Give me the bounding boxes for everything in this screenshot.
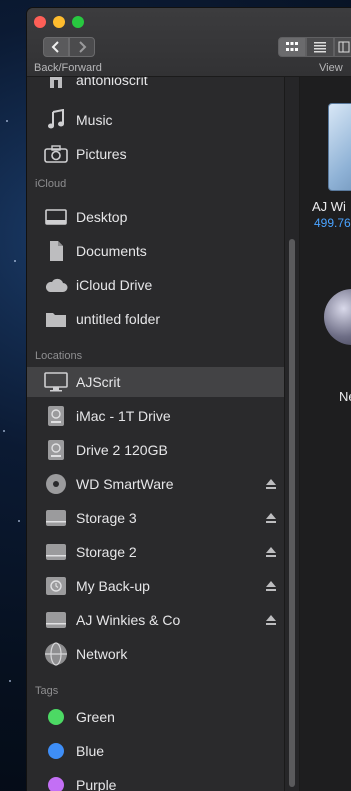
- sidebar-item-storage-2[interactable]: Storage 2: [27, 537, 284, 567]
- eject-icon[interactable]: [265, 478, 277, 490]
- file-name[interactable]: AJ Wi: [312, 199, 346, 214]
- zoom-window-button[interactable]: [72, 16, 84, 28]
- sidebar-item-label: WD SmartWare: [76, 476, 174, 492]
- sidebar-tag-green[interactable]: Green: [27, 702, 284, 732]
- eject-icon[interactable]: [265, 512, 277, 524]
- finder-window: Back/Forward View antonioscrit Music Pic…: [27, 8, 351, 791]
- list-icon: [314, 42, 326, 53]
- sidebar-item-aj-winkies[interactable]: AJ Winkies & Co: [27, 605, 284, 635]
- time-machine-drive-icon: [43, 575, 69, 597]
- sidebar-item-label: Network: [76, 646, 128, 662]
- sidebar-item-drive-2[interactable]: Drive 2 120GB: [27, 435, 284, 465]
- close-window-button[interactable]: [34, 16, 46, 28]
- list-view-button[interactable]: [306, 37, 334, 57]
- sidebar-item-label: Purple: [76, 777, 117, 791]
- eject-icon[interactable]: [265, 580, 277, 592]
- back-forward-control: [43, 37, 96, 57]
- column-view-button[interactable]: [334, 37, 351, 57]
- tag-dot-icon: [43, 706, 69, 728]
- sidebar-item-untitled-folder[interactable]: untitled folder: [27, 304, 284, 334]
- document-icon: [43, 240, 69, 262]
- desktop-folder-icon: [43, 206, 69, 228]
- sidebar-item-label: Documents: [76, 243, 147, 259]
- sidebar-item-storage-3[interactable]: Storage 3: [27, 503, 284, 533]
- tag-dot-icon: [43, 740, 69, 762]
- eject-icon[interactable]: [265, 614, 277, 626]
- external-drive-icon: [43, 541, 69, 563]
- sidebar-item-label: untitled folder: [76, 311, 161, 327]
- network-globe-icon: [43, 642, 69, 666]
- sidebar-item-label: AJScrit: [76, 374, 121, 390]
- file-size: 499.76: [314, 216, 351, 230]
- star: [3, 430, 5, 432]
- eject-icon[interactable]: [265, 546, 277, 558]
- star: [18, 520, 20, 522]
- sidebar-tag-purple[interactable]: Purple: [27, 770, 284, 791]
- grid-icon: [286, 42, 298, 51]
- cloud-icon: [43, 274, 69, 296]
- imac-icon: [43, 371, 69, 393]
- app-icon[interactable]: [328, 103, 351, 191]
- sidebar-item-label: iMac - 1T Drive: [76, 408, 171, 424]
- sidebar-item-label: Green: [76, 709, 115, 725]
- sidebar-item-label: Drive 2 120GB: [76, 442, 168, 458]
- section-title-icloud: iCloud: [35, 178, 67, 190]
- section-title-locations: Locations: [35, 350, 83, 362]
- columns-icon: [338, 41, 350, 53]
- view-caption: View: [319, 62, 343, 74]
- sidebar-item-home[interactable]: antonioscrit: [27, 77, 284, 95]
- icon-view-button[interactable]: [278, 37, 306, 57]
- star: [9, 680, 11, 682]
- folder-icon: [43, 308, 69, 330]
- section-title-tags: Tags: [35, 685, 59, 697]
- sidebar-item-label: Pictures: [76, 146, 127, 162]
- music-icon: [43, 109, 69, 131]
- file-browser-content: AJ Wi 499.76 Ne: [300, 77, 351, 791]
- sidebar: antonioscrit Music Pictures iCloud Deskt…: [27, 77, 285, 791]
- sidebar-item-ajscrit[interactable]: AJScrit: [27, 367, 284, 397]
- scrollbar-thumb[interactable]: [289, 239, 295, 787]
- star: [14, 260, 16, 262]
- home-icon: [43, 77, 69, 91]
- sidebar-item-label: Storage 3: [76, 510, 137, 526]
- external-drive-icon: [43, 507, 69, 529]
- external-drive-icon: [43, 609, 69, 631]
- internal-drive-icon: [43, 439, 69, 461]
- sidebar-item-icloud-drive[interactable]: iCloud Drive: [27, 270, 284, 300]
- minimize-window-button[interactable]: [53, 16, 65, 28]
- disc-icon: [43, 473, 69, 495]
- sidebar-item-label: Blue: [76, 743, 105, 759]
- sidebar-item-label: Desktop: [76, 209, 128, 225]
- network-icon[interactable]: [324, 289, 351, 345]
- chevron-left-icon: [51, 41, 59, 53]
- sidebar-item-pictures[interactable]: Pictures: [27, 139, 284, 169]
- sidebar-item-label: Music: [76, 112, 113, 128]
- sidebar-item-label: antonioscrit: [76, 77, 148, 88]
- file-name[interactable]: Ne: [339, 389, 351, 404]
- sidebar-item-label: AJ Winkies & Co: [76, 612, 181, 628]
- toolbar: Back/Forward View: [27, 8, 351, 77]
- sidebar-item-documents[interactable]: Documents: [27, 236, 284, 266]
- back-forward-caption: Back/Forward: [34, 62, 102, 74]
- forward-button[interactable]: [69, 37, 95, 57]
- view-mode-control: [278, 37, 351, 57]
- internal-drive-icon: [43, 405, 69, 427]
- sidebar-item-network[interactable]: Network: [27, 639, 284, 669]
- sidebar-item-label: iCloud Drive: [76, 277, 153, 293]
- sidebar-scrollbar[interactable]: [285, 77, 300, 791]
- sidebar-item-wd-smartware[interactable]: WD SmartWare: [27, 469, 284, 499]
- sidebar-tag-blue[interactable]: Blue: [27, 736, 284, 766]
- sidebar-item-label: My Back-up: [76, 578, 150, 594]
- tag-dot-icon: [43, 774, 69, 791]
- sidebar-item-desktop[interactable]: Desktop: [27, 202, 284, 232]
- star: [6, 120, 8, 122]
- sidebar-item-imac-1t-drive[interactable]: iMac - 1T Drive: [27, 401, 284, 431]
- sidebar-item-label: Storage 2: [76, 544, 137, 560]
- sidebar-item-my-back-up[interactable]: My Back-up: [27, 571, 284, 601]
- back-button[interactable]: [43, 37, 69, 57]
- sidebar-item-music[interactable]: Music: [27, 105, 284, 135]
- chevron-right-icon: [79, 41, 87, 53]
- camera-icon: [43, 143, 69, 165]
